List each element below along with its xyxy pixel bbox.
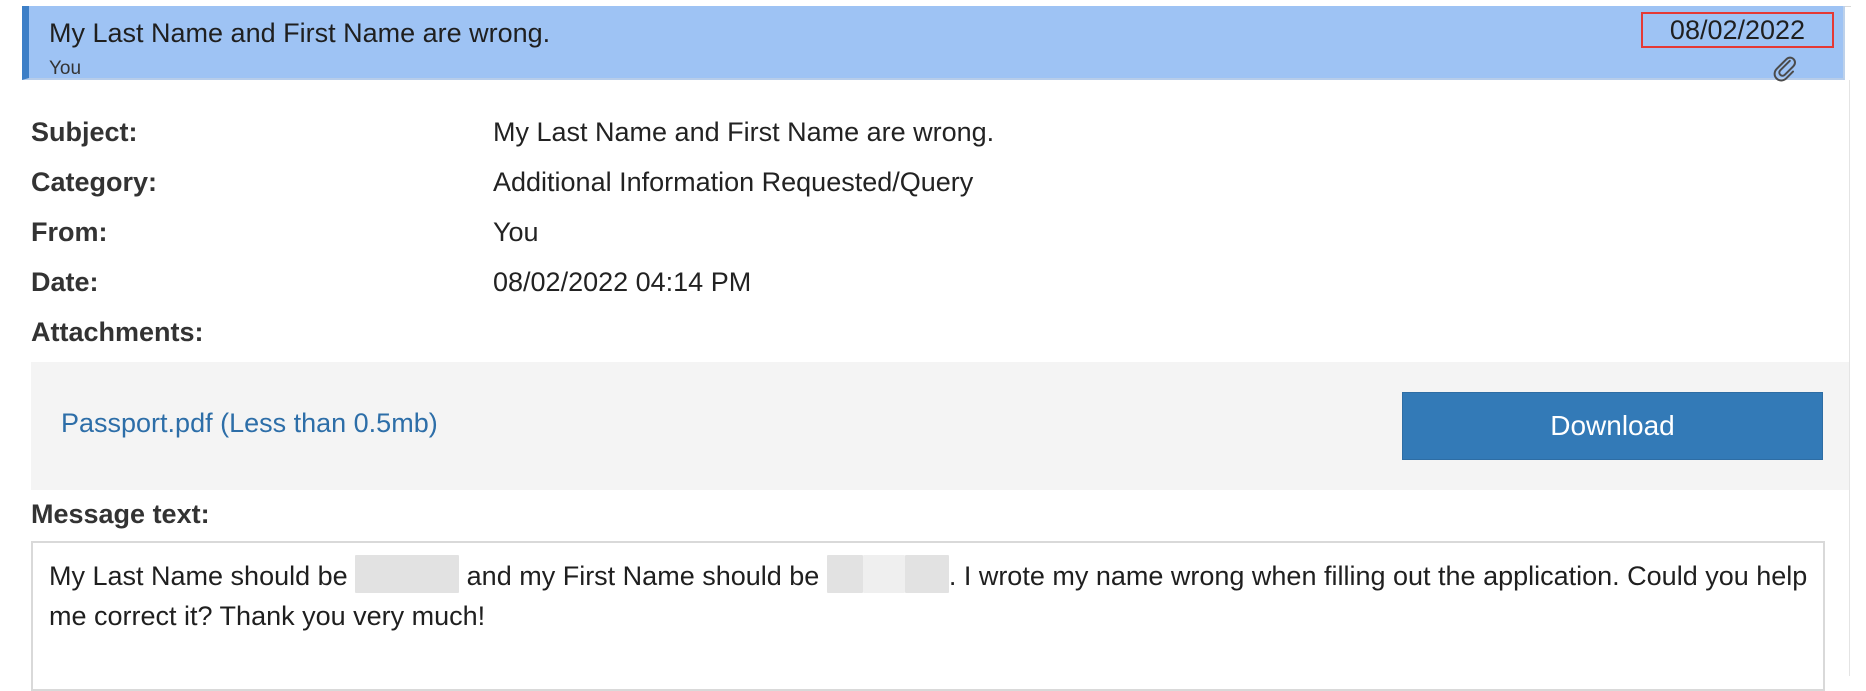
redacted-first-name-part-2 <box>904 555 949 593</box>
category-label: Category: <box>31 167 158 197</box>
subject-label: Subject: <box>31 117 138 147</box>
redacted-first-name-gap <box>862 555 905 593</box>
message-text-label: Message text: <box>31 499 210 529</box>
detail-row-subject: Subject: My Last Name and First Name are… <box>31 112 1811 162</box>
date-value: 08/02/2022 04:14 PM <box>493 267 752 297</box>
from-value: You <box>493 217 539 247</box>
detail-frame-right <box>1849 80 1866 676</box>
redacted-last-name <box>355 555 460 593</box>
attachment-file-link[interactable]: Passport.pdf (Less than 0.5mb) <box>61 406 438 440</box>
selected-message-row[interactable]: My Last Name and First Name are wrong. Y… <box>22 6 1845 82</box>
date-label: Date: <box>31 267 99 297</box>
message-body: My Last Name should be and my First Name… <box>49 555 1809 636</box>
subject-value: My Last Name and First Name are wrong. <box>493 117 995 147</box>
message-row-date: 08/02/2022 <box>1641 12 1834 48</box>
detail-row-attachments: Attachments: <box>31 312 1811 362</box>
detail-row-date: Date: 08/02/2022 04:14 PM <box>31 262 1811 312</box>
message-detail-page: My Last Name and First Name are wrong. Y… <box>0 0 1866 691</box>
attachments-label: Attachments: <box>31 317 204 347</box>
detail-row-from: From: You <box>31 212 1811 262</box>
detail-row-category: Category: Additional Information Request… <box>31 162 1811 212</box>
redacted-first-name-part-1 <box>826 555 863 593</box>
from-label: From: <box>31 217 108 247</box>
message-row-sender: You <box>49 58 82 79</box>
message-text-part-1: My Last Name should be <box>49 561 356 591</box>
message-details: Subject: My Last Name and First Name are… <box>31 112 1811 362</box>
attachments-panel: Passport.pdf (Less than 0.5mb) Download <box>31 362 1849 490</box>
paperclip-icon <box>1773 56 1796 82</box>
download-button[interactable]: Download <box>1402 392 1823 460</box>
message-text-box: My Last Name should be and my First Name… <box>31 541 1825 691</box>
message-text-part-2: and my First Name should be <box>459 561 827 591</box>
message-row-subject: My Last Name and First Name are wrong. <box>49 18 551 48</box>
category-value: Additional Information Requested/Query <box>493 167 974 197</box>
